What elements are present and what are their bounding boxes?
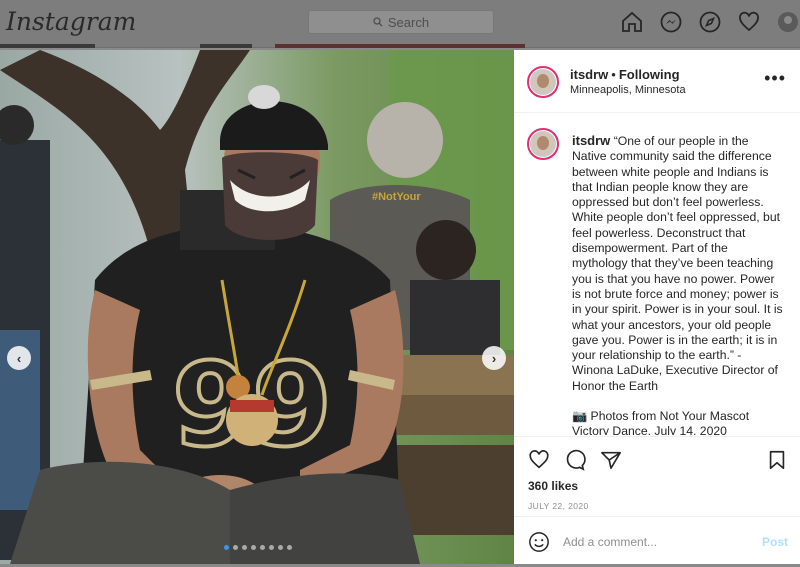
caption-credits: 📷 Photos from Not Your Mascot Victory Da… [572, 409, 750, 435]
share-icon[interactable] [600, 449, 622, 476]
search-icon [373, 15, 383, 30]
explore-icon[interactable] [698, 10, 722, 34]
post-header: itsdrw • Following Minneapolis, Minnesota … [514, 50, 800, 113]
comment-input[interactable]: Add a comment... [563, 535, 657, 549]
top-navigation-bar: Instagram Search [0, 0, 800, 48]
post-comment-button[interactable]: Post [762, 535, 788, 549]
feed-strip [200, 44, 252, 48]
caption-author-avatar[interactable] [527, 128, 559, 160]
feed-strip [0, 44, 95, 48]
save-bookmark-icon[interactable] [766, 449, 788, 476]
emoji-icon[interactable] [528, 531, 550, 558]
carousel-dot [242, 545, 247, 550]
messenger-icon[interactable] [659, 10, 683, 34]
carousel-next-button[interactable]: › [482, 346, 506, 370]
profile-avatar[interactable] [776, 10, 800, 34]
carousel-dot [260, 545, 265, 550]
carousel-dot [224, 545, 229, 550]
carousel-dot [278, 545, 283, 550]
likes-count[interactable]: 360 likes [528, 479, 578, 493]
chevron-right-icon: › [491, 350, 497, 366]
instagram-logo[interactable]: Instagram [6, 7, 136, 36]
post-photo-image: #NotYour 99 [0, 50, 514, 564]
post-location[interactable]: Minneapolis, Minnesota [570, 84, 686, 96]
carousel-dot [287, 545, 292, 550]
separator-dot: • [611, 67, 616, 82]
activity-heart-icon[interactable] [737, 10, 761, 34]
caption-body: “One of our people in the Native communi… [572, 134, 783, 393]
post-details-panel: itsdrw • Following Minneapolis, Minnesota … [514, 50, 800, 564]
like-heart-icon[interactable] [528, 449, 550, 476]
feed-strip [275, 44, 525, 48]
comment-box: Add a comment... Post [514, 516, 800, 565]
caption-username[interactable]: itsdrw [572, 133, 610, 148]
author-username[interactable]: itsdrw [570, 67, 608, 82]
author-avatar[interactable] [527, 66, 559, 98]
caption-section: itsdrw “One of our people in the Native … [514, 112, 800, 435]
more-options-icon[interactable]: ••• [764, 68, 786, 89]
comment-icon[interactable] [564, 449, 586, 476]
svg-text:#NotYour: #NotYour [372, 191, 421, 203]
post-photo[interactable]: #NotYour 99 [0, 50, 514, 564]
search-placeholder: Search [387, 14, 430, 30]
following-button[interactable]: Following [619, 67, 680, 82]
carousel-dot [233, 545, 238, 550]
chevron-left-icon: ‹ [16, 350, 22, 366]
home-icon[interactable] [620, 10, 644, 34]
carousel-prev-button[interactable]: ‹ [7, 346, 31, 370]
carousel-dot [269, 545, 274, 550]
carousel-dots [224, 545, 292, 550]
carousel-dot [251, 545, 256, 550]
post-date[interactable]: JULY 22, 2020 [528, 501, 589, 511]
search-input[interactable]: Search [308, 10, 494, 34]
caption-text: itsdrw “One of our people in the Native … [572, 133, 784, 435]
